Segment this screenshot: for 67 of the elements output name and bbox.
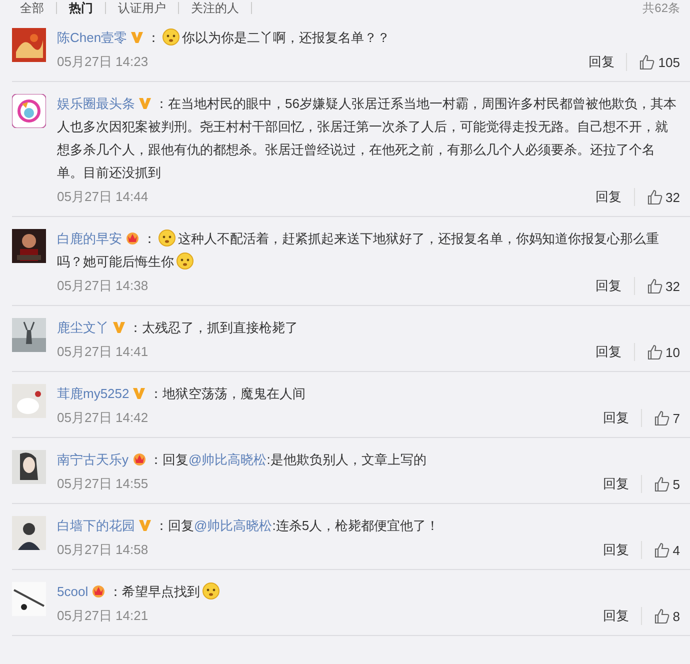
reply-link[interactable]: 回复 xyxy=(588,53,628,71)
vip-icon xyxy=(138,518,152,532)
thumbs-up-icon[interactable] xyxy=(646,189,663,205)
user-name[interactable]: 陈Chen壹零 xyxy=(57,30,128,45)
emoji-icon xyxy=(202,582,220,600)
crown-icon xyxy=(91,583,106,598)
comment-time: 05月27日 14:58 xyxy=(57,541,148,559)
reply-link[interactable]: 回复 xyxy=(596,277,635,295)
vip-icon xyxy=(112,320,126,334)
mention-link[interactable]: @帅比高晓松 xyxy=(188,452,267,467)
like-count: 5 xyxy=(672,476,680,492)
like-count: 105 xyxy=(658,54,680,70)
comment-time: 05月27日 14:55 xyxy=(57,475,148,493)
thumbs-up-icon[interactable] xyxy=(654,410,670,426)
crown-icon xyxy=(125,230,140,245)
comment-time: 05月27日 14:42 xyxy=(57,409,148,427)
crown-icon xyxy=(132,451,146,466)
emoji-icon xyxy=(176,252,194,270)
comment-count: 共62条 xyxy=(642,0,680,16)
thumbs-up-icon[interactable] xyxy=(639,54,656,70)
user-name[interactable]: 5cool xyxy=(57,584,88,599)
reply-link[interactable]: 回复 xyxy=(596,188,635,206)
reply-link[interactable]: 回复 xyxy=(602,409,642,427)
comment-text: 5cool ：希望早点找到 xyxy=(57,580,680,603)
thumbs-up-icon[interactable] xyxy=(654,608,670,624)
mention-link[interactable]: @帅比高晓松 xyxy=(194,518,272,533)
like-count: 32 xyxy=(666,278,680,294)
user-name[interactable]: 白墙下的花园 xyxy=(57,518,135,533)
user-name[interactable]: 南宁古天乐y xyxy=(57,452,128,467)
comment-time: 05月27日 14:38 xyxy=(57,277,148,295)
reply-link[interactable]: 回复 xyxy=(602,541,642,559)
thumbs-up-icon[interactable] xyxy=(654,542,670,558)
vip-icon xyxy=(138,96,152,110)
comment-text: 娱乐圈最头条 ：在当地村民的眼中，56岁嫌疑人张居迁系当地一村霸，周围许多村民都曾被他欺负，其本人也多次因犯案被判刑。尧王村村干部回忆，张居迁第一次杀了人后，可能觉得走投无路。自己想不开，就想多杀几个人，跟他有仇的都想杀。张居迁曾经说过，在他死之前，有那么几个人必须要杀。还拉了个名单。目前还没抓到 xyxy=(57,95,678,182)
reply-link[interactable]: 回复 xyxy=(602,607,642,625)
user-name[interactable]: 娱乐圈最头条 xyxy=(57,96,135,111)
user-name[interactable]: 白鹿的早安 xyxy=(57,231,122,246)
comment-time: 05月27日 14:21 xyxy=(57,607,148,625)
vip-icon xyxy=(132,386,146,400)
reply-link[interactable]: 回复 xyxy=(596,343,635,361)
emoji-icon xyxy=(158,229,176,247)
vip-icon xyxy=(130,30,144,44)
thumbs-up-icon[interactable] xyxy=(654,476,670,492)
reply-link[interactable]: 回复 xyxy=(602,475,642,493)
emoji-icon xyxy=(162,28,180,46)
filter-tab[interactable]: 认证用户 xyxy=(106,2,179,14)
like-count: 4 xyxy=(672,542,680,558)
comment-text: 茸鹿my5252 ：地狱空荡荡，魔鬼在人间 xyxy=(57,385,306,403)
user-name[interactable]: 鹿尘文丫 xyxy=(57,320,109,335)
comment-text: 鹿尘文丫 ：太残忍了，抓到直接枪毙了 xyxy=(57,319,299,337)
thumbs-up-icon[interactable] xyxy=(646,278,663,294)
comment-text: 白鹿的早安 ： 这种人不配活着，赶紧抓起来送下地狱好了，还报复名单，你妈知道你报复心那么重吗？她可能后悔生你 xyxy=(57,228,660,272)
thumbs-up-icon[interactable] xyxy=(646,344,663,360)
user-name[interactable]: 茸鹿my5252 xyxy=(57,386,130,401)
filter-tab[interactable]: 关注的人 xyxy=(179,2,252,14)
like-count: 8 xyxy=(672,608,680,624)
like-count: 10 xyxy=(666,344,680,360)
like-count: 32 xyxy=(666,190,680,204)
comment-text: 南宁古天乐y ：回复@帅比高晓松:是他欺负别人，文章上写的 xyxy=(57,450,428,469)
comment-text: 白墙下的花园 ：回复@帅比高晓松:连杀5人，枪毙都便宜他了！ xyxy=(57,517,440,535)
comment-text: 陈Chen壹零 ： 你以为你是二丫啊，还报复名单？？ xyxy=(57,27,392,48)
comment-time: 05月27日 14:44 xyxy=(57,188,148,206)
filter-tab[interactable]: 热门 xyxy=(57,2,106,14)
like-count: 7 xyxy=(672,410,680,426)
comment-time: 05月27日 14:23 xyxy=(57,53,148,71)
comment-time: 05月27日 14:41 xyxy=(57,343,148,361)
filter-tab[interactable]: 全部 xyxy=(20,2,57,14)
